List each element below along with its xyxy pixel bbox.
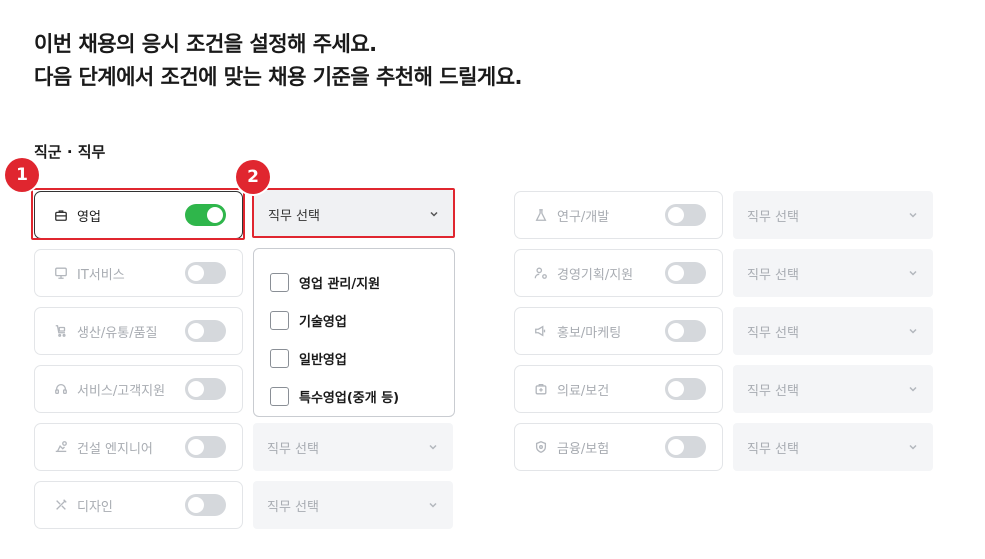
chevron-down-icon [428,208,440,220]
select-value: 직무 선택 [747,267,799,283]
category-card-finance[interactable]: 금융/보험 [514,423,723,471]
user-gear-icon [533,265,549,281]
chevron-down-icon [427,441,439,453]
job-select-research[interactable]: 직무 선택 [733,191,933,239]
job-select-finance[interactable]: 직무 선택 [733,423,933,471]
chevron-down-icon [907,267,919,279]
briefcase-icon [53,207,69,223]
category-card-design[interactable]: 디자인 [34,481,243,529]
dropdown-option[interactable]: 일반영업 [270,339,454,377]
cart-icon [53,323,69,339]
checkbox[interactable] [270,272,289,292]
category-label: 연구/개발 [557,209,610,225]
select-value: 직무 선택 [747,441,799,457]
section-label: 직군 · 직무 [34,143,106,161]
option-label: 일반영업 [299,352,347,368]
headline-line-1: 이번 채용의 응시 조건을 설정해 주세요. [34,32,377,56]
category-card-it-service[interactable]: IT서비스 [34,249,243,297]
job-select-marketing[interactable]: 직무 선택 [733,307,933,355]
category-label: 홍보/마케팅 [557,325,622,341]
category-toggle[interactable] [185,494,226,516]
chevron-down-icon [427,499,439,511]
chevron-down-icon [907,209,919,221]
dropdown-option[interactable]: 특수영업(중개 등) [270,377,454,415]
option-label: 영업 관리/지원 [299,276,381,292]
category-toggle[interactable] [185,378,226,400]
pencil-ruler-icon [53,497,69,513]
category-toggle[interactable] [185,204,226,226]
job-select-management[interactable]: 직무 선택 [733,249,933,297]
select-value: 직무 선택 [267,441,319,457]
job-select-construction[interactable]: 직무 선택 [253,423,453,471]
dropdown-option[interactable]: 기술영업 [270,301,454,339]
select-value: 직무 선택 [747,325,799,341]
medical-bag-icon [533,381,549,397]
category-card-medical[interactable]: 의료/보건 [514,365,723,413]
annotation-badge-2: 2 [236,160,270,194]
checkbox[interactable] [270,348,289,368]
category-toggle[interactable] [665,378,706,400]
checkbox[interactable] [270,310,289,330]
category-card-construction[interactable]: 건설 엔지니어 [34,423,243,471]
category-card-production[interactable]: 생산/유통/품질 [34,307,243,355]
category-label: 금융/보험 [557,441,610,457]
category-card-research[interactable]: 연구/개발 [514,191,723,239]
category-label: 디자인 [77,499,113,515]
category-card-sales[interactable]: 영업 [34,191,243,239]
hardhat-icon [53,439,69,455]
chevron-down-icon [907,383,919,395]
job-dropdown-menu: 영업 관리/지원 기술영업 일반영업 특수영업(중개 등) [253,248,455,417]
category-label: 영업 [77,209,101,225]
annotation-badge-1: 1 [5,158,39,192]
option-label: 특수영업(중개 등) [299,390,400,406]
job-select-medical[interactable]: 직무 선택 [733,365,933,413]
monitor-icon [53,265,69,281]
megaphone-icon [533,323,549,339]
chevron-down-icon [907,325,919,337]
checkbox[interactable] [270,386,289,406]
chevron-down-icon [907,441,919,453]
shield-icon [533,439,549,455]
job-select-sales[interactable]: 직무 선택 [254,190,454,238]
category-label: 건설 엔지니어 [77,441,153,457]
category-toggle[interactable] [665,262,706,284]
category-card-customer-service[interactable]: 서비스/고객지원 [34,365,243,413]
category-toggle[interactable] [665,204,706,226]
category-label: 서비스/고객지원 [77,383,166,399]
category-toggle[interactable] [185,320,226,342]
select-value: 직무 선택 [747,383,799,399]
category-label: 경영기획/지원 [557,267,634,283]
category-toggle[interactable] [665,320,706,342]
category-label: 의료/보건 [557,383,610,399]
page-headline: 이번 채용의 응시 조건을 설정해 주세요. 다음 단계에서 조건에 맞는 채용… [34,28,523,94]
category-toggle[interactable] [185,262,226,284]
dropdown-option[interactable]: 영업 관리/지원 [270,263,454,301]
category-toggle[interactable] [185,436,226,458]
category-toggle[interactable] [665,436,706,458]
category-card-marketing[interactable]: 홍보/마케팅 [514,307,723,355]
job-select-design[interactable]: 직무 선택 [253,481,453,529]
headset-icon [53,381,69,397]
category-label: IT서비스 [77,267,125,283]
select-value: 직무 선택 [267,499,319,515]
select-value: 직무 선택 [268,208,320,224]
flask-icon [533,207,549,223]
option-label: 기술영업 [299,314,347,330]
select-value: 직무 선택 [747,209,799,225]
category-label: 생산/유통/품질 [77,325,158,341]
category-card-management[interactable]: 경영기획/지원 [514,249,723,297]
headline-line-2: 다음 단계에서 조건에 맞는 채용 기준을 추천해 드릴게요. [34,65,523,89]
